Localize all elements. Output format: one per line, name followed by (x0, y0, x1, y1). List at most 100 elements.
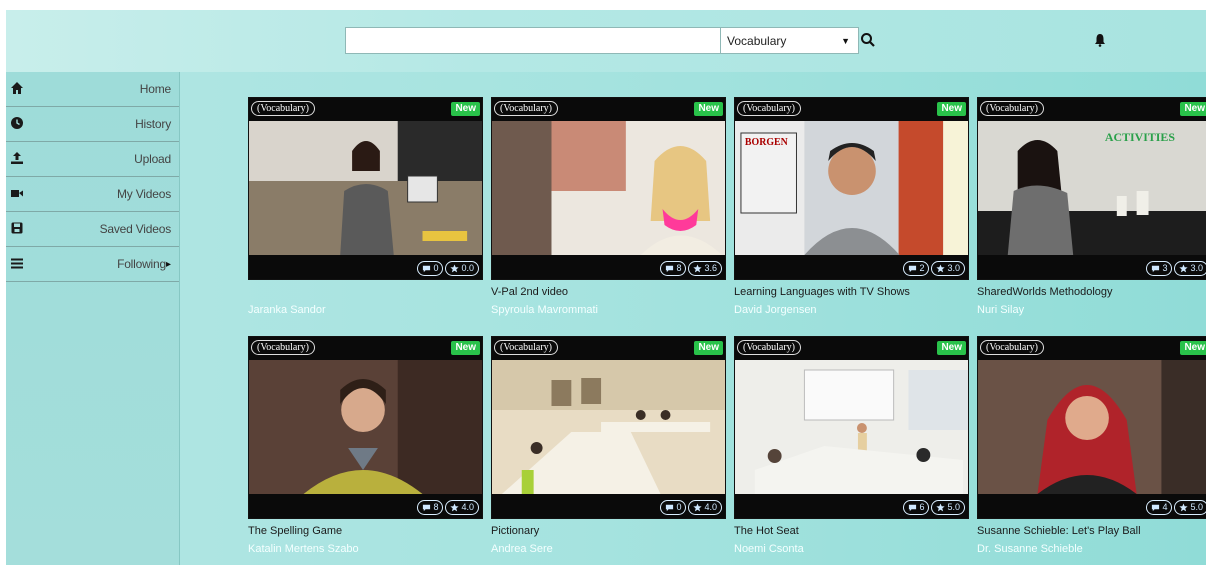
rating: 5.0 (1174, 500, 1206, 515)
category-tag: (Vocabulary) (494, 101, 559, 116)
comment-icon (423, 504, 431, 512)
video-thumbnail[interactable]: (Vocabulary) New ACTIVITIES 3 3.0 (977, 97, 1206, 280)
video-stats: 2 3.0 (903, 261, 965, 276)
video-card[interactable]: (Vocabulary) New 0 0.0 Jaranka Sandor (248, 97, 483, 316)
video-title[interactable]: Learning Languages with TV Shows (734, 286, 969, 301)
rating: 3.0 (931, 261, 965, 276)
search-icon[interactable] (860, 32, 876, 48)
video-author[interactable]: Jaranka Sandor (248, 304, 483, 316)
video-thumbnail[interactable]: (Vocabulary) New 4 5.0 (977, 336, 1206, 519)
comment-icon (666, 265, 674, 273)
category-select[interactable]: Vocabulary ▼ (721, 27, 859, 54)
video-author[interactable]: Dr. Susanne Schieble (977, 543, 1206, 555)
video-card[interactable]: (Vocabulary) New 8 3.6 V-Pal 2nd video S… (491, 97, 726, 316)
comment-count: 2 (903, 261, 930, 276)
thumbnail-header: (Vocabulary) New (492, 337, 725, 359)
comment-icon (909, 504, 917, 512)
video-frame (249, 121, 482, 255)
rating: 4.0 (688, 500, 722, 515)
comment-count: 0 (660, 500, 687, 515)
video-stats: 4 5.0 (1146, 500, 1206, 515)
video-thumbnail[interactable]: (Vocabulary) New 0 0.0 (248, 97, 483, 280)
video-title[interactable]: Pictionary (491, 525, 726, 540)
chevron-right-icon: ▸ (165, 258, 171, 270)
sidebar-item-upload[interactable]: Upload (6, 142, 179, 177)
new-badge: New (694, 341, 723, 355)
comment-count: 6 (903, 500, 930, 515)
clock-icon (11, 117, 23, 129)
comment-icon (1152, 265, 1160, 273)
video-thumbnail[interactable]: (Vocabulary) New BORGEN 2 3.0 (734, 97, 969, 280)
comment-icon (1152, 504, 1160, 512)
star-icon (693, 264, 703, 273)
sidebar-item-saved-videos[interactable]: Saved Videos (6, 212, 179, 247)
video-card[interactable]: (Vocabulary) New 6 5.0 The Hot Seat Noem… (734, 336, 969, 555)
sidebar-item-following[interactable]: Following ▸ (6, 247, 179, 282)
comment-icon (666, 504, 674, 512)
thumbnail-header: (Vocabulary) New (978, 98, 1206, 120)
new-badge: New (1180, 102, 1206, 116)
comment-icon (423, 265, 431, 273)
video-card[interactable]: (Vocabulary) New ACTIVITIES 3 3.0 Shared… (977, 97, 1206, 316)
video-title[interactable]: SharedWorlds Methodology (977, 286, 1206, 301)
bell-icon[interactable] (1093, 33, 1107, 47)
new-badge: New (1180, 341, 1206, 355)
video-author[interactable]: Nuri Silay (977, 304, 1206, 316)
video-frame: ACTIVITIES (978, 121, 1206, 255)
video-author[interactable]: Spyroula Mavrommati (491, 304, 726, 316)
category-tag: (Vocabulary) (737, 340, 802, 355)
video-thumbnail[interactable]: (Vocabulary) New 6 5.0 (734, 336, 969, 519)
star-icon (1179, 264, 1189, 273)
comment-count: 3 (1146, 261, 1173, 276)
thumbnail-image: ACTIVITIES (978, 121, 1206, 255)
thumbnail-image (249, 121, 482, 255)
video-stats: 8 3.6 (660, 261, 722, 276)
video-title[interactable]: Susanne Schieble: Let's Play Ball (977, 525, 1206, 540)
video-stats: 8 4.0 (417, 500, 479, 515)
thumbnail-image (249, 360, 482, 494)
video-card[interactable]: (Vocabulary) New 0 4.0 Pictionary Andrea… (491, 336, 726, 555)
upload-icon (11, 152, 23, 164)
video-title[interactable] (248, 286, 483, 301)
sidebar-item-history[interactable]: History (6, 107, 179, 142)
star-icon (450, 503, 460, 512)
rating-value: 3.0 (1190, 263, 1203, 273)
rating: 5.0 (931, 500, 965, 515)
comment-count-value: 8 (676, 263, 682, 273)
thumbnail-image (978, 360, 1206, 494)
video-thumbnail[interactable]: (Vocabulary) New 8 4.0 (248, 336, 483, 519)
video-title[interactable]: The Spelling Game (248, 525, 483, 540)
star-icon (693, 503, 703, 512)
chevron-down-icon: ▼ (841, 35, 850, 46)
video-card[interactable]: (Vocabulary) New 4 5.0 Susanne Schieble:… (977, 336, 1206, 555)
video-author[interactable]: Andrea Sere (491, 543, 726, 555)
video-title[interactable]: The Hot Seat (734, 525, 969, 540)
video-title[interactable]: V-Pal 2nd video (491, 286, 726, 301)
new-badge: New (451, 341, 480, 355)
video-thumbnail[interactable]: (Vocabulary) New 8 3.6 (491, 97, 726, 280)
category-tag: (Vocabulary) (737, 101, 802, 116)
video-author[interactable]: Katalin Mertens Szabo (248, 543, 483, 555)
star-icon (936, 264, 946, 273)
video-author[interactable]: David Jorgensen (734, 304, 969, 316)
rating: 4.0 (445, 500, 479, 515)
comment-count-value: 0 (433, 263, 439, 273)
sidebar-item-label: Upload (134, 152, 171, 166)
video-frame (492, 121, 725, 255)
video-author[interactable]: Noemi Csonta (734, 543, 969, 555)
thumbnail-image: BORGEN (735, 121, 968, 255)
sidebar-item-my-videos[interactable]: My Videos (6, 177, 179, 212)
video-stats: 3 3.0 (1146, 261, 1206, 276)
video-stats: 0 0.0 (417, 261, 479, 276)
comment-count: 4 (1146, 500, 1173, 515)
video-card[interactable]: (Vocabulary) New 8 4.0 The Spelling Game… (248, 336, 483, 555)
rating: 3.0 (1174, 261, 1206, 276)
sidebar-item-home[interactable]: Home (6, 72, 179, 107)
list-icon (11, 258, 23, 269)
star-icon (936, 503, 946, 512)
video-card[interactable]: (Vocabulary) New BORGEN 2 3.0 Learning L… (734, 97, 969, 316)
category-tag: (Vocabulary) (251, 101, 316, 116)
video-thumbnail[interactable]: (Vocabulary) New 0 4.0 (491, 336, 726, 519)
rating-value: 5.0 (1190, 502, 1203, 512)
search-input[interactable] (345, 27, 721, 54)
